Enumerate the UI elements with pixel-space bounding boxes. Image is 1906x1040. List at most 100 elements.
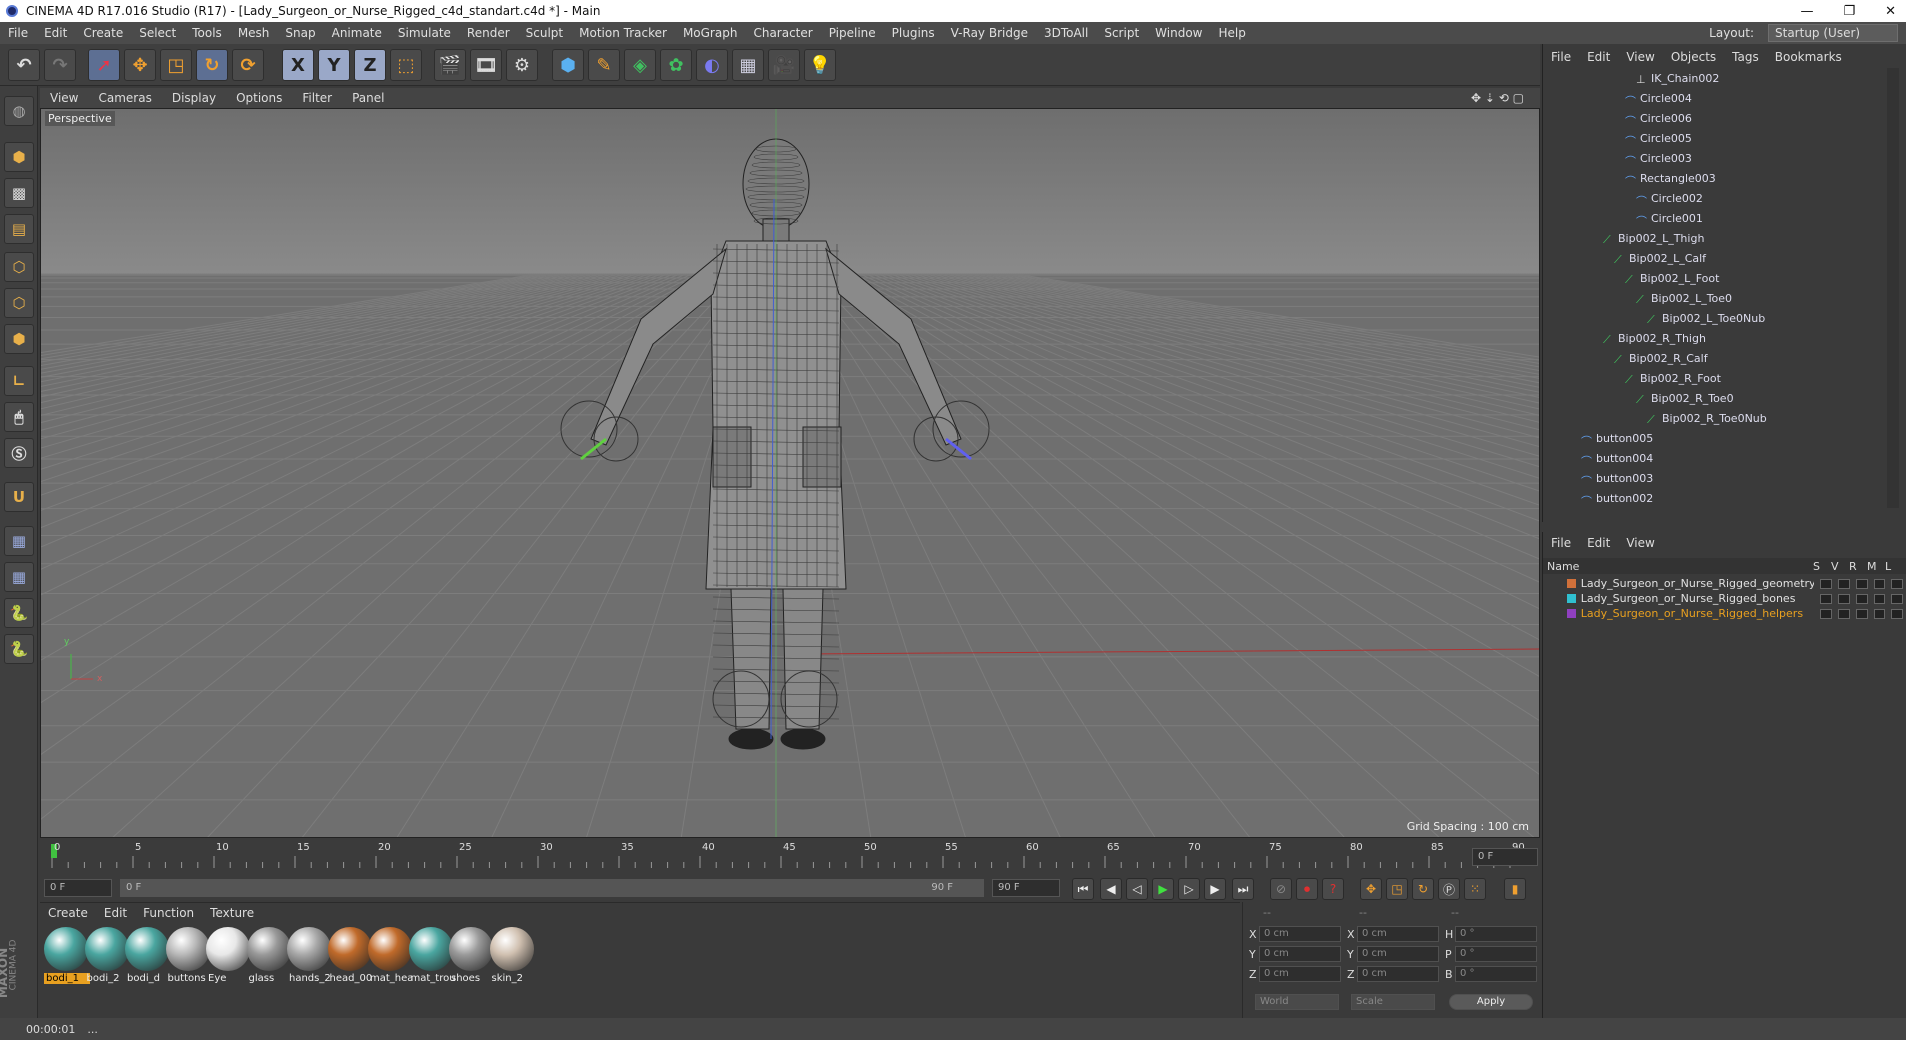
layer-menu-edit[interactable]: Edit xyxy=(1579,536,1618,550)
material-menu-edit[interactable]: Edit xyxy=(96,906,135,920)
key-pla-icon[interactable]: ⁙ xyxy=(1464,878,1486,900)
viewport-menu-options[interactable]: Options xyxy=(226,91,292,105)
cube-icon[interactable]: ⬢ xyxy=(552,49,584,81)
layer-lock-toggle[interactable] xyxy=(1891,608,1904,619)
object-tree-row[interactable]: ⌒ Rectangle003 xyxy=(1543,168,1881,189)
menu-plugins[interactable]: Plugins xyxy=(884,26,943,40)
coord-rot-h-field[interactable]: 0 ° xyxy=(1455,926,1537,942)
material-swatch[interactable]: bodi_d xyxy=(125,927,171,991)
frame-range-slider[interactable]: 0 F 90 F xyxy=(120,879,984,897)
layer-menu-file[interactable]: File xyxy=(1543,536,1579,550)
layer-solo-toggle[interactable] xyxy=(1820,593,1833,604)
rotate-icon[interactable]: ↻ xyxy=(196,49,228,81)
menu-sculpt[interactable]: Sculpt xyxy=(518,26,571,40)
points-mode-icon[interactable]: ⬡ xyxy=(4,252,34,282)
python2-icon[interactable]: 🐍 xyxy=(4,634,34,664)
object-menu-view[interactable]: View xyxy=(1618,50,1662,64)
material-menu-texture[interactable]: Texture xyxy=(202,906,262,920)
edges-mode-icon[interactable]: ⬡ xyxy=(4,288,34,318)
material-swatch[interactable]: mat_hea xyxy=(368,927,414,991)
object-scrollbar[interactable] xyxy=(1887,68,1899,508)
undo-icon[interactable]: ↶ xyxy=(8,49,40,81)
model-mode-icon[interactable]: ⬢ xyxy=(4,142,34,172)
coord-rot-b-field[interactable]: 0 ° xyxy=(1455,966,1537,982)
axis-z-icon[interactable]: Z xyxy=(354,49,386,81)
material-swatch[interactable]: head_00 xyxy=(327,927,374,991)
viewport-menu-cameras[interactable]: Cameras xyxy=(88,91,161,105)
menu-file[interactable]: File xyxy=(0,26,36,40)
key-scale-icon[interactable]: ◳ xyxy=(1386,878,1408,900)
lock-workplane-icon[interactable]: ▦ xyxy=(4,526,34,556)
coord-system-select[interactable]: World xyxy=(1255,994,1339,1010)
layer-row[interactable]: Lady_Surgeon_or_Nurse_Rigged_helpers xyxy=(1543,606,1904,621)
viewport-menu-panel[interactable]: Panel xyxy=(342,91,394,105)
object-tree-row[interactable]: ⌒ Circle004 xyxy=(1543,88,1881,109)
floor-grid-icon[interactable]: ▦ xyxy=(732,49,764,81)
timeline-window-icon[interactable]: ▮ xyxy=(1504,878,1526,900)
axis-y-icon[interactable]: Y xyxy=(318,49,350,81)
menu-edit[interactable]: Edit xyxy=(36,26,75,40)
tweak-mode-icon[interactable]: 🖱 xyxy=(4,402,34,432)
object-menu-edit[interactable]: Edit xyxy=(1579,50,1618,64)
menu-render[interactable]: Render xyxy=(459,26,518,40)
object-menu-bookmarks[interactable]: Bookmarks xyxy=(1767,50,1850,64)
menu-character[interactable]: Character xyxy=(745,26,820,40)
object-menu-objects[interactable]: Objects xyxy=(1663,50,1724,64)
layer-visible-toggle[interactable] xyxy=(1838,608,1850,619)
layer-render-toggle[interactable] xyxy=(1855,578,1868,589)
object-tree-row[interactable]: ⌒ button003 xyxy=(1543,468,1881,489)
magnet-icon[interactable]: U xyxy=(4,482,34,512)
material-swatch[interactable]: bodi_1 xyxy=(44,927,90,991)
keyframe-selection-icon[interactable]: ? xyxy=(1322,878,1344,900)
object-tree-row[interactable]: ⟋ Bip002_R_Thigh xyxy=(1543,328,1881,348)
next-key-icon[interactable]: ▶ xyxy=(1204,878,1226,900)
scale-icon[interactable]: ◳ xyxy=(160,49,192,81)
key-position-icon[interactable]: ✥ xyxy=(1360,878,1382,900)
menu-vray-bridge[interactable]: V-Ray Bridge xyxy=(943,26,1036,40)
object-tree-row[interactable]: ⌒ button004 xyxy=(1543,448,1881,469)
make-editable-icon[interactable]: ◍ xyxy=(4,96,34,126)
coord-size-x-field[interactable]: 0 cm xyxy=(1357,926,1439,942)
layer-row[interactable]: Lady_Surgeon_or_Nurse_Rigged_geometry xyxy=(1543,576,1904,591)
layer-manager-toggle[interactable] xyxy=(1873,578,1886,589)
menu-select[interactable]: Select xyxy=(131,26,184,40)
layer-row[interactable]: Lady_Surgeon_or_Nurse_Rigged_bones xyxy=(1543,591,1904,606)
menu-mesh[interactable]: Mesh xyxy=(230,26,278,40)
goto-end-icon[interactable]: ⏭ xyxy=(1232,878,1254,900)
apply-button[interactable]: Apply xyxy=(1449,994,1533,1010)
start-frame-field[interactable]: 0 F xyxy=(44,879,112,897)
key-param-icon[interactable]: Ⓟ xyxy=(1438,878,1460,900)
render-picture-viewer-icon[interactable]: 🎞 xyxy=(470,49,502,81)
object-tree-row[interactable]: ⟋ Bip002_L_Toe0 xyxy=(1543,288,1881,308)
maximize-button[interactable]: ❐ xyxy=(1843,4,1855,19)
layout-select[interactable]: Startup (User) xyxy=(1768,24,1898,42)
rotate2-icon[interactable]: ⟳ xyxy=(232,49,264,81)
menu-tools[interactable]: Tools xyxy=(184,26,230,40)
perspective-viewport[interactable]: Perspective y x Grid Spacing : 100 cm xyxy=(40,108,1540,838)
polygons-mode-icon[interactable]: ⬢ xyxy=(4,324,34,354)
menu-motion-tracker[interactable]: Motion Tracker xyxy=(571,26,675,40)
layer-manager-toggle[interactable] xyxy=(1873,593,1886,604)
layer-solo-toggle[interactable] xyxy=(1820,578,1833,589)
viewport-menu-display[interactable]: Display xyxy=(162,91,226,105)
material-swatch[interactable]: skin_2 xyxy=(489,927,536,991)
deformer-icon[interactable]: ◐ xyxy=(696,49,728,81)
object-tree-row[interactable]: ⊥ IK_Chain002 xyxy=(1543,68,1881,88)
layer-color-swatch[interactable] xyxy=(1567,609,1576,618)
viewport-menu-filter[interactable]: Filter xyxy=(292,91,342,105)
menu-window[interactable]: Window xyxy=(1147,26,1210,40)
object-tree-row[interactable]: ⟋ Bip002_R_Calf xyxy=(1543,348,1881,368)
object-tree-row[interactable]: ⌒ button002 xyxy=(1543,488,1881,509)
pen-spline-icon[interactable]: ✎ xyxy=(588,49,620,81)
minimize-button[interactable]: — xyxy=(1800,4,1813,19)
subdivision-icon[interactable]: ◈ xyxy=(624,49,656,81)
goto-start-icon[interactable]: ⏮ xyxy=(1072,878,1094,900)
prev-key-icon[interactable]: ◀ xyxy=(1100,878,1122,900)
menu-script[interactable]: Script xyxy=(1096,26,1147,40)
object-tree-row[interactable]: ⌒ Circle002 xyxy=(1543,188,1881,209)
autokey-icon[interactable]: ⏺ xyxy=(1296,878,1318,900)
menu-animate[interactable]: Animate xyxy=(324,26,390,40)
prev-frame-icon[interactable]: ◁ xyxy=(1126,878,1148,900)
move-icon[interactable]: ✥ xyxy=(124,49,156,81)
layer-solo-toggle[interactable] xyxy=(1820,608,1833,619)
